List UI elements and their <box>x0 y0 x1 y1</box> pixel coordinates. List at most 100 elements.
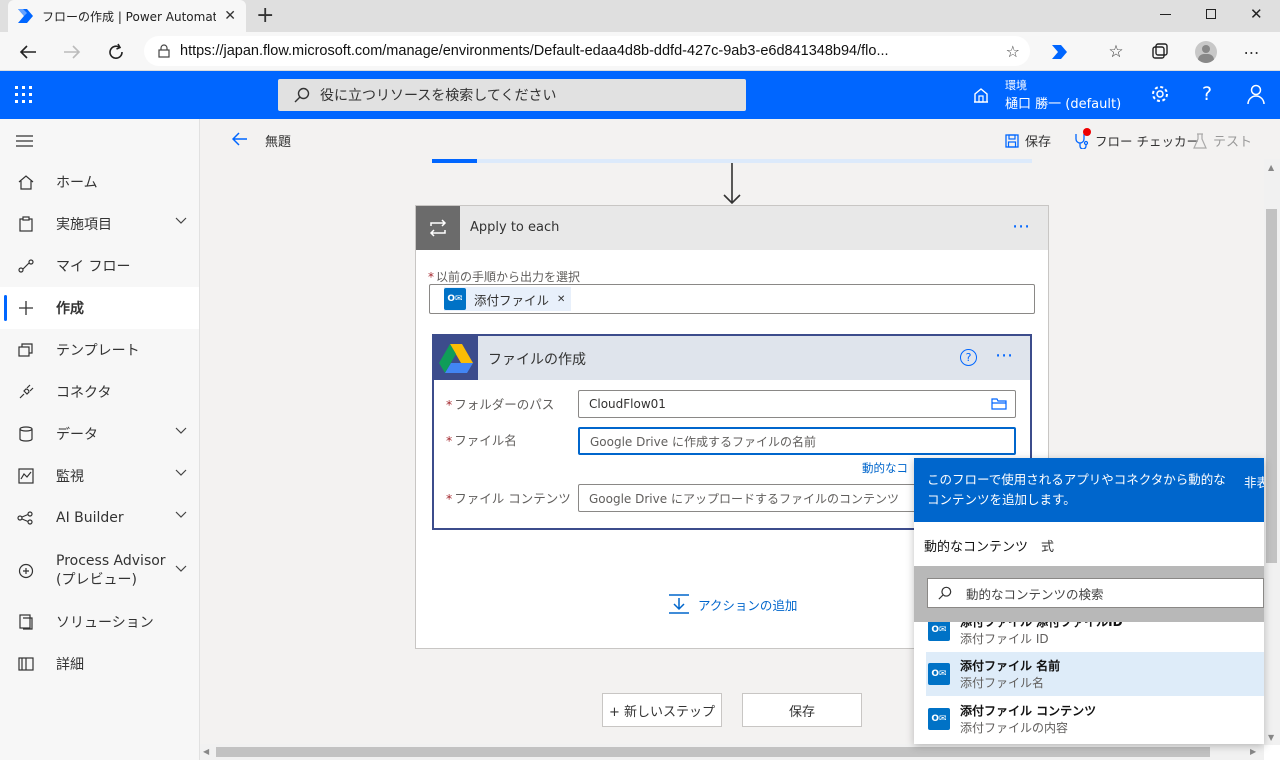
power-automate-extension-icon[interactable] <box>1046 38 1074 66</box>
dynamic-list: O✉ 添付ファイル 添付ファイルID 添付ファイル ID O✉ 添付ファイル 名前… <box>914 622 1264 744</box>
outlook-icon: O✉ <box>928 663 950 685</box>
list-item[interactable]: O✉ 添付ファイル 添付ファイルID 添付ファイル ID <box>926 622 1264 652</box>
tab-dynamic-content[interactable]: 動的なコンテンツ <box>924 536 1028 555</box>
search-placeholder: 役に立つリソースを検索してください <box>320 88 557 104</box>
list-item[interactable]: O✉ 添付ファイル コンテンツ 添付ファイルの内容 <box>926 697 1264 741</box>
back-arrow-icon[interactable] <box>232 132 248 146</box>
vertical-scrollbar[interactable]: ▲ ▼ <box>1264 159 1280 745</box>
sidebar-item-learn[interactable]: 詳細 <box>0 643 199 685</box>
new-tab-button[interactable]: + <box>256 4 274 28</box>
plug-icon <box>16 382 36 402</box>
back-arrow-icon[interactable] <box>14 38 42 66</box>
error-dot <box>1083 127 1091 136</box>
favorites-icon[interactable]: ☆ <box>1102 38 1130 66</box>
user-account-icon[interactable] <box>1246 84 1266 104</box>
apply-to-each-header[interactable]: Apply to each ⋯ <box>416 206 1048 250</box>
save-disk-icon <box>1005 133 1019 148</box>
help-circle-icon[interactable]: ? <box>960 349 977 366</box>
sidebar-item-process-advisor[interactable]: Process Advisor (プレビュー) <box>0 543 199 599</box>
solutions-icon <box>16 612 36 632</box>
chevron-down-icon[interactable] <box>175 565 187 573</box>
sidebar-item-action-items[interactable]: 実施項目 <box>0 203 199 245</box>
save-command[interactable]: 保存 <box>1005 131 1051 150</box>
file-name-input[interactable]: Google Drive に作成するファイルの名前 <box>578 427 1016 455</box>
list-item[interactable]: O✉ 添付ファイル 名前 添付ファイル名 <box>926 652 1264 696</box>
restore-icon[interactable] <box>1206 9 1216 19</box>
active-indicator <box>4 295 7 321</box>
environment-icon[interactable] <box>972 86 990 104</box>
flow-checker-command[interactable]: フロー チェッカー <box>1073 127 1199 150</box>
sidebar-item-solutions[interactable]: ソリューション <box>0 601 199 643</box>
sidebar-item-my-flows[interactable]: マイ フロー <box>0 245 199 287</box>
google-drive-icon <box>434 336 478 380</box>
app-launcher-waffle-icon[interactable] <box>15 86 33 104</box>
file-content-label: * ファイル コンテンツ <box>446 491 571 506</box>
scroll-up-arrow-icon[interactable]: ▲ <box>1268 163 1274 172</box>
dynamic-content-header: このフローで使用されるアプリやコネクタから動的なコンテンツを追加します。 <box>914 458 1264 522</box>
plus-icon <box>16 298 36 318</box>
browser-tab[interactable]: フローの作成 | Power Automate ✕ <box>8 0 246 32</box>
forward-arrow-icon[interactable] <box>58 38 86 66</box>
url-text: https://japan.flow.microsoft.com/manage/… <box>180 43 889 59</box>
flow-title[interactable]: 無題 <box>265 131 291 150</box>
flask-icon <box>1193 132 1207 149</box>
file-name-label: * ファイル名 <box>446 433 517 448</box>
sidebar-item-ai-builder[interactable]: AI Builder <box>0 497 199 539</box>
chevron-down-icon[interactable] <box>175 511 187 519</box>
dynamic-content-search-input[interactable]: 動的なコンテンツの検索 <box>927 578 1264 608</box>
hamburger-menu-icon[interactable] <box>16 135 34 147</box>
monitor-chart-icon <box>16 466 36 486</box>
add-dynamic-content-link[interactable]: 動的なコ <box>862 460 908 476</box>
more-options-icon[interactable]: ⋯ <box>995 345 1014 366</box>
add-action-button[interactable]: アクションの追加 <box>668 594 797 614</box>
sidebar-item-data[interactable]: データ <box>0 413 199 455</box>
resource-search-input[interactable]: 役に立つリソースを検索してください <box>278 79 746 111</box>
connector-arrow <box>722 163 742 205</box>
favorite-add-icon[interactable]: ☆ <box>1006 42 1020 61</box>
scroll-down-arrow-icon[interactable]: ▼ <box>1268 733 1274 742</box>
hide-panel-link[interactable]: 非表 <box>1244 472 1264 491</box>
sidebar-item-connectors[interactable]: コネクタ <box>0 371 199 413</box>
tab-expression[interactable]: 式 <box>1041 536 1054 555</box>
settings-gear-icon[interactable] <box>1150 84 1170 104</box>
horizontal-scrollbar[interactable]: ◀ ▶ <box>200 744 1264 760</box>
chevron-down-icon[interactable] <box>175 469 187 477</box>
close-tab-icon[interactable]: ✕ <box>224 8 236 24</box>
minimize-icon[interactable] <box>1160 14 1171 15</box>
new-step-button[interactable]: + 新しいステップ <box>602 693 722 727</box>
sidebar-item-templates[interactable]: テンプレート <box>0 329 199 371</box>
folder-path-input[interactable]: CloudFlow01 <box>578 390 1016 418</box>
attachment-token[interactable]: O✉ 添付ファイル ✕ <box>444 287 572 311</box>
close-window-icon[interactable]: ✕ <box>1250 5 1263 23</box>
profile-avatar[interactable] <box>1192 38 1220 66</box>
scroll-left-arrow-icon[interactable]: ◀ <box>203 747 209 756</box>
address-bar[interactable]: https://japan.flow.microsoft.com/manage/… <box>144 36 1030 66</box>
sidebar-item-home[interactable]: ホーム <box>0 161 199 203</box>
dynamic-content-description: このフローで使用されるアプリやコネクタから動的なコンテンツを追加します。 <box>927 472 1226 507</box>
chevron-down-icon[interactable] <box>175 217 187 225</box>
database-icon <box>16 424 36 444</box>
scroll-right-arrow-icon[interactable]: ▶ <box>1250 747 1256 756</box>
chevron-down-icon[interactable] <box>175 427 187 435</box>
save-button[interactable]: 保存 <box>742 693 862 727</box>
select-output-input[interactable]: O✉ 添付ファイル ✕ <box>429 284 1035 314</box>
remove-token-icon[interactable]: ✕ <box>557 294 565 305</box>
collections-icon[interactable] <box>1146 38 1174 66</box>
browser-tabstrip: フローの作成 | Power Automate ✕ + ✕ <box>0 0 1280 32</box>
browser-menu-icon[interactable]: ⋯ <box>1238 38 1266 66</box>
stethoscope-icon <box>1073 127 1091 149</box>
lock-icon <box>158 44 170 58</box>
environment-picker[interactable]: 環境 樋口 勝一 (default) <box>1005 77 1121 112</box>
help-icon[interactable]: ? <box>1202 83 1212 105</box>
outlook-icon: O✉ <box>444 288 466 310</box>
folder-icon[interactable] <box>991 398 1007 410</box>
more-options-icon[interactable]: ⋯ <box>1012 216 1031 237</box>
create-file-header[interactable]: ファイルの作成 ? ⋯ <box>434 336 1030 380</box>
horizontal-scroll-thumb[interactable] <box>216 747 1210 757</box>
sidebar-item-create[interactable]: 作成 <box>0 287 199 329</box>
vertical-scroll-thumb[interactable] <box>1266 209 1277 563</box>
test-command[interactable]: テスト <box>1193 131 1252 150</box>
refresh-icon[interactable] <box>102 38 130 66</box>
select-output-label: * 以前の手順から出力を選択 <box>428 270 581 284</box>
sidebar-item-monitor[interactable]: 監視 <box>0 455 199 497</box>
